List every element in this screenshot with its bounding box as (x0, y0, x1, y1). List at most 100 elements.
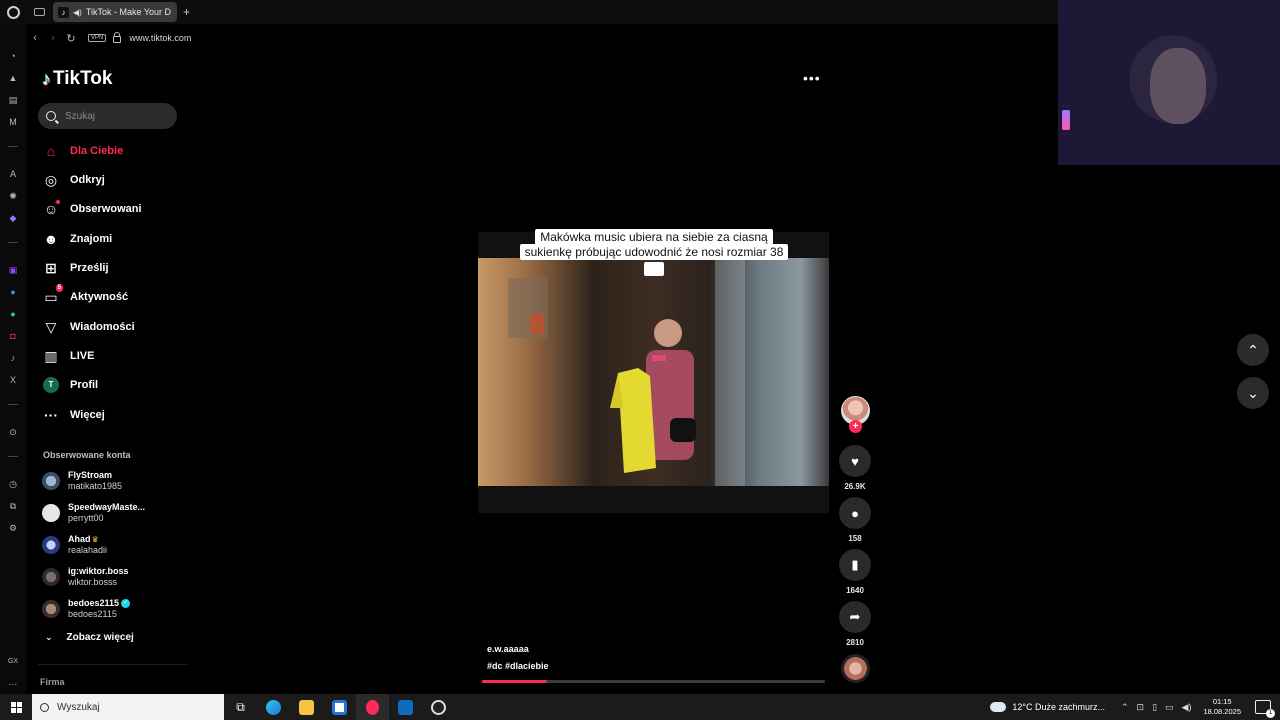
recorder-icon[interactable] (422, 694, 455, 720)
compass-icon: ◎ (44, 171, 58, 188)
followed-account[interactable]: FlyStroam matikato1985 (42, 469, 122, 493)
nav-live[interactable]: ▥ LIVE (42, 345, 94, 367)
taskbar-search[interactable]: Wyszukaj (32, 694, 224, 720)
vpn-badge[interactable]: VPN (88, 34, 107, 42)
nav-odkryj[interactable]: ◎ Odkryj (42, 169, 105, 191)
sidebar-more-icon[interactable]: … (7, 676, 19, 688)
chatgpt-icon[interactable]: ✺ (7, 190, 19, 202)
video-progress-bar[interactable] (482, 680, 825, 683)
followed-account[interactable]: Ahad♛ realahadii (42, 533, 107, 557)
chevron-down-icon: ⌄ (1247, 384, 1259, 401)
tiktok-sidebar-icon[interactable]: ♪ (7, 352, 19, 364)
outlook-icon[interactable] (389, 694, 422, 720)
video-scene (508, 258, 745, 486)
followed-account[interactable]: SpeedwayMaste... perrytt00 (42, 501, 145, 525)
opera-logo-icon[interactable] (7, 5, 20, 19)
speed-dial-icon[interactable]: ◔ (7, 50, 19, 62)
footer-section-firma[interactable]: Firma (40, 677, 65, 687)
m-app-icon[interactable]: M (7, 116, 19, 128)
avatar (42, 504, 60, 522)
start-button[interactable] (0, 694, 32, 720)
taskbar-search-placeholder: Wyszukaj (57, 701, 100, 713)
browser-tab-tiktok[interactable]: ♪ ◀) TikTok - Make Your D (53, 2, 177, 22)
gx-icon[interactable]: GX (7, 656, 19, 668)
chevron-up-icon[interactable]: ⌃ (1121, 702, 1129, 713)
share-icon: ➦ (849, 609, 861, 624)
speaker-icon[interactable]: ◀) (73, 8, 82, 17)
back-icon[interactable]: ‹ (26, 32, 44, 44)
video-frame[interactable] (478, 258, 829, 486)
file-explorer-icon[interactable] (290, 694, 323, 720)
video-hashtags[interactable]: #dc #dlaciebie (487, 661, 549, 671)
microphone-icon[interactable]: ▯ (1152, 702, 1157, 713)
url-text[interactable]: www.tiktok.com (129, 33, 191, 43)
account-handle: realahadii (68, 545, 108, 555)
followed-account[interactable]: ig:wiktor.boss wiktor.bosss (42, 565, 129, 589)
music-disc-icon[interactable] (841, 654, 870, 683)
previous-video-button[interactable]: ⌃ (1237, 334, 1269, 366)
like-button[interactable]: ♥ (839, 445, 871, 477)
search-icon[interactable] (46, 111, 56, 121)
see-more-button[interactable]: ⌄ Zobacz więcej (45, 632, 134, 643)
avatar (42, 600, 60, 618)
reload-icon[interactable]: ↻ (62, 32, 80, 45)
pinboard-icon[interactable]: ▤ (7, 94, 19, 106)
share-button[interactable]: ➦ (839, 601, 871, 633)
nav-label: Więcej (70, 409, 105, 421)
next-video-button[interactable]: ⌄ (1237, 377, 1269, 409)
cs-app-icon[interactable]: ◆ (7, 212, 19, 224)
nav-przeslij[interactable]: ⊞ Prześlij (42, 257, 108, 279)
extensions-icon[interactable]: ⧉ (7, 500, 19, 512)
instagram-icon[interactable]: ◘ (7, 330, 19, 342)
video-author[interactable]: e.w.aaaaa (487, 644, 529, 654)
nav-wiadomosci[interactable]: ▽ Wiadomości (42, 316, 135, 338)
nav-aktywnosc[interactable]: ▭ 5 Aktywność (42, 284, 128, 308)
windows-logo-icon (10, 701, 22, 713)
task-view-icon[interactable]: ⧉ (224, 694, 257, 720)
wifi-icon[interactable]: ▭ (1165, 702, 1174, 713)
volume-icon[interactable]: ◀) (1182, 702, 1192, 713)
comment-button[interactable]: ● (839, 497, 871, 529)
twitch-icon[interactable]: ▣ (7, 264, 19, 276)
nav-znajomi[interactable]: ☻ Znajomi (42, 228, 113, 250)
follow-plus-icon[interactable]: + (849, 420, 862, 433)
lock-icon[interactable] (113, 32, 122, 43)
opera-gx-icon[interactable] (356, 694, 389, 720)
whatsapp-icon[interactable]: ● (7, 308, 19, 320)
player-icon[interactable]: ⊙ (7, 426, 19, 438)
heart-icon: ♥ (851, 453, 859, 469)
messenger-icon[interactable]: ● (7, 286, 19, 298)
nav-profil[interactable]: T Profil (42, 374, 98, 396)
weather-widget[interactable]: 12°C Duże zachmurz... (988, 699, 1105, 712)
x-icon[interactable]: X (7, 374, 19, 386)
nav-wiecej[interactable]: ··· Więcej (42, 404, 105, 426)
search-bar[interactable] (38, 103, 177, 129)
search-input[interactable] (65, 110, 165, 122)
history-icon[interactable]: ◷ (7, 478, 19, 490)
chevron-up-icon: ⌃ (1247, 341, 1259, 358)
aria-icon[interactable]: ▲ (7, 72, 19, 84)
notification-center-icon[interactable]: 1 (1255, 700, 1275, 718)
nav-obserwowani[interactable]: ☺ Obserwowani (42, 198, 142, 220)
caption-emoji: 😍 (644, 262, 664, 276)
new-tab-button[interactable]: + (183, 5, 190, 19)
network-icon[interactable]: ⊡ (1137, 702, 1145, 713)
store-icon[interactable] (323, 694, 356, 720)
save-button[interactable]: ▮ (839, 549, 871, 581)
weather-cloud-icon (988, 699, 1007, 712)
edge-icon[interactable] (257, 694, 290, 720)
aria-assistant-icon[interactable]: A (7, 168, 19, 180)
more-options-icon[interactable]: ••• (803, 70, 821, 86)
settings-icon[interactable]: ⚙ (7, 522, 19, 534)
tiktok-logo-text: TikTok (53, 68, 113, 89)
forward-icon[interactable]: › (44, 32, 62, 44)
nav-dla-ciebie[interactable]: ⌂ Dla Ciebie (42, 140, 123, 162)
tiktok-logo[interactable]: ♪ TikTok (42, 68, 112, 90)
tab-manager-icon[interactable] (34, 8, 45, 16)
account-name: FlyStroam (68, 470, 113, 480)
clock[interactable]: 01:15 18.08.2025 (1203, 697, 1241, 717)
new-dot (56, 200, 60, 204)
sidebar-divider (8, 404, 18, 405)
followed-account[interactable]: bedoes2115 ✓ bedoes2115 (42, 597, 131, 621)
nav-label: Wiadomości (70, 321, 135, 333)
